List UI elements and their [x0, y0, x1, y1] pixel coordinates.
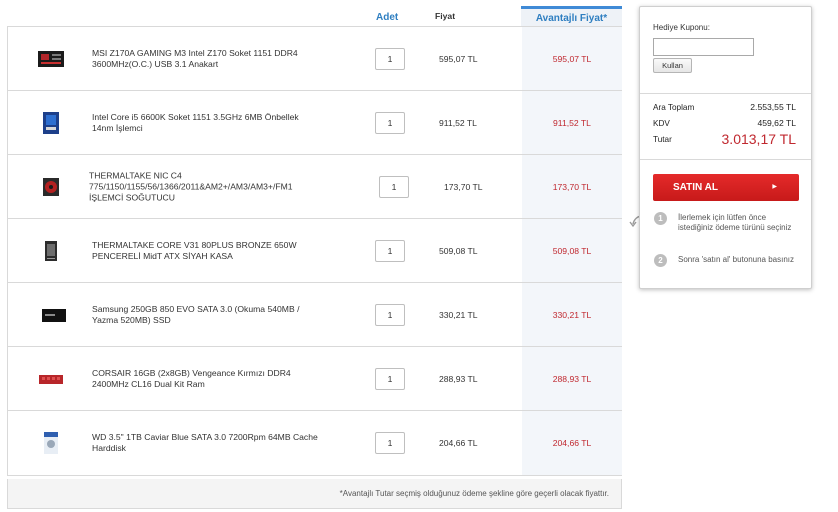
quantity-input[interactable]: 1 [375, 47, 405, 70]
subtotal-label: Ara Toplam [653, 103, 695, 112]
coupon-input[interactable] [653, 38, 754, 56]
column-header-qty: Adet [376, 12, 399, 23]
buy-button[interactable]: SATIN AL ▶ [653, 174, 799, 201]
table-row: CORSAIR 16GB (2x8GB) Vengeance Kırmızı D… [8, 347, 622, 411]
pc-case-icon[interactable] [35, 239, 67, 263]
ram-icon[interactable] [35, 367, 67, 391]
column-header-advantage-price: Avantajlı Fiyat* [521, 6, 622, 26]
step-number-badge: 1 [654, 212, 667, 225]
quantity-input[interactable]: 1 [375, 367, 405, 390]
product-advantage-price: 911,52 TL [553, 117, 591, 128]
step-number-badge: 2 [654, 254, 667, 267]
total-value: 3.013,17 TL [721, 131, 796, 147]
table-row: Intel Core i5 6600K Soket 1151 3.5GHz 6M… [8, 91, 622, 155]
product-advantage-price: 330,21 TL [552, 309, 592, 320]
step-text: İlerlemek için lütfen önce istediğiniz ö… [678, 213, 792, 232]
product-price: 204,66 TL [439, 438, 478, 448]
quantity-input[interactable]: 1 [375, 303, 405, 326]
cpu-box-icon[interactable] [35, 111, 67, 135]
order-summary-panel: Hediye Kuponu: Kullan Ara Toplam 2.553,5… [639, 6, 812, 289]
quantity-input[interactable]: 1 [379, 175, 409, 198]
product-advantage-price: 288,93 TL [552, 373, 592, 384]
column-header-price: Fiyat [435, 11, 456, 21]
product-name[interactable]: Intel Core i5 6600K Soket 1151 3.5GHz 6M… [92, 112, 320, 134]
product-name[interactable]: THERMALTAKE CORE V31 80PLUS BRONZE 650W … [92, 240, 320, 262]
arrow-right-icon: ▶ [772, 184, 777, 190]
product-name[interactable]: THERMALTAKE NIC C4 775/1150/1155/56/1366… [89, 170, 329, 203]
tax-value: 459,62 TL [757, 118, 796, 128]
table-row: Samsung 250GB 850 EVO SATA 3.0 (Okuma 54… [8, 283, 622, 347]
table-row: MSI Z170A GAMING M3 Intel Z170 Soket 115… [8, 27, 622, 91]
product-price: 288,93 TL [439, 373, 478, 384]
ssd-icon[interactable] [38, 303, 70, 327]
cart-table: Adet Fiyat Avantajlı Fiyat* MSI Z170A GA… [7, 6, 622, 509]
table-row: WD 3.5" 1TB Caviar Blue SATA 3.0 7200Rpm… [8, 411, 622, 475]
table-row: THERMALTAKE NIC C4 775/1150/1155/56/1366… [8, 155, 622, 219]
cart-table-header: Adet Fiyat Avantajlı Fiyat* [7, 6, 622, 26]
buy-button-label: SATIN AL [673, 182, 718, 193]
product-price: 595,07 TL [439, 53, 478, 64]
table-footer: *Avantajlı Tutar seçmiş olduğunuz ödeme … [7, 479, 622, 509]
coupon-label: Hediye Kuponu: [653, 23, 710, 32]
product-advantage-price: 204,66 TL [552, 438, 592, 448]
quantity-input[interactable]: 1 [375, 432, 405, 454]
product-price: 509,08 TL [439, 245, 478, 256]
product-advantage-price: 509,08 TL [552, 245, 592, 256]
product-price: 330,21 TL [439, 309, 478, 320]
product-price: 173,70 TL [444, 181, 483, 192]
table-row: THERMALTAKE CORE V31 80PLUS BRONZE 650W … [8, 219, 622, 283]
total-label: Tutar [653, 135, 672, 144]
product-name[interactable]: WD 3.5" 1TB Caviar Blue SATA 3.0 7200Rpm… [92, 432, 320, 454]
hard-disk-icon[interactable] [35, 431, 67, 455]
cpu-cooler-icon[interactable] [35, 175, 67, 199]
product-price: 911,52 TL [439, 117, 477, 128]
product-name[interactable]: MSI Z170A GAMING M3 Intel Z170 Soket 115… [92, 48, 320, 70]
cart-rows: MSI Z170A GAMING M3 Intel Z170 Soket 115… [7, 26, 622, 476]
product-name[interactable]: Samsung 250GB 850 EVO SATA 3.0 (Okuma 54… [92, 304, 320, 326]
divider [640, 93, 811, 94]
motherboard-icon[interactable] [35, 47, 67, 71]
tax-label: KDV [653, 119, 670, 128]
quantity-input[interactable]: 1 [375, 111, 405, 134]
quantity-input[interactable]: 1 [375, 239, 405, 262]
apply-coupon-button[interactable]: Kullan [653, 58, 692, 73]
product-name[interactable]: CORSAIR 16GB (2x8GB) Vengeance Kırmızı D… [92, 368, 320, 390]
subtotal-value: 2.553,55 TL [750, 102, 796, 112]
divider [640, 159, 811, 160]
advantage-price-footnote: *Avantajlı Tutar seçmiş olduğunuz ödeme … [339, 489, 609, 498]
product-advantage-price: 595,07 TL [552, 53, 592, 64]
step-text: Sonra 'satın al' butonuna basınız [678, 255, 795, 264]
product-advantage-price: 173,70 TL [552, 181, 592, 192]
